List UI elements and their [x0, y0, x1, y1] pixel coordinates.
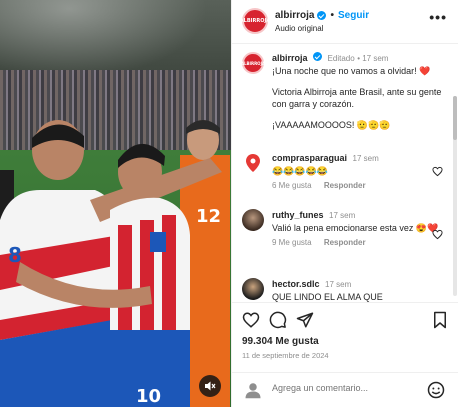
comment-meta: 6 Me gusta Responder [272, 180, 442, 192]
comment-username[interactable]: ruthy_funes [272, 210, 324, 220]
verified-icon [313, 52, 323, 61]
comment-body: ruthy_funes 17 sem Valió la pena emocion… [272, 209, 442, 249]
caption-avatar[interactable]: ALBIRROJA [241, 52, 265, 74]
post-media[interactable]: 12 8 10 [0, 0, 231, 407]
comment-text: 😂😂😂😂😂 [272, 166, 329, 176]
separator-dot: • [330, 10, 334, 21]
like-comment-icon[interactable] [432, 166, 443, 177]
post-info-panel: ALBIRROJA albirroja • Seguir Audio origi… [231, 0, 458, 407]
reply-button[interactable]: Responder [324, 181, 366, 190]
follow-button[interactable]: Seguir [338, 10, 369, 21]
post-actions: 99.304 Me gusta 11 de septiembre de 2024 [232, 302, 458, 372]
speaker-muted-icon [205, 381, 216, 391]
location-pin-icon [246, 154, 260, 172]
comment-likes[interactable]: 9 Me gusta [272, 238, 312, 247]
caption-username[interactable]: albirroja [272, 53, 308, 63]
caption-line-2: Victoria Albirroja ante Brasil, ante su … [272, 87, 442, 109]
comment-time: 17 sem [329, 211, 356, 220]
comment-text: Valió la pena emocionarse esta vez 😍❤️ [272, 223, 439, 233]
bookmark-icon[interactable] [431, 311, 449, 329]
comment-text: QUE LINDO EL ALMA QUE [272, 292, 383, 302]
verified-icon [317, 11, 327, 20]
comment-likes[interactable]: 6 Me gusta [272, 181, 312, 190]
svg-text:10: 10 [136, 386, 161, 407]
comments-scrollbar-thumb[interactable] [453, 96, 457, 140]
post-header: ALBIRROJA albirroja • Seguir Audio origi… [232, 0, 458, 44]
reply-button[interactable]: Responder [324, 238, 366, 247]
comments-section[interactable]: ALBIRROJA albirroja Editado • 17 sem ¡Un… [232, 44, 458, 302]
comment-time: 17 sem [325, 280, 352, 289]
players-illustration: 12 8 10 [0, 120, 230, 407]
caption-time: 17 sem [362, 54, 389, 63]
emoji-icon[interactable] [427, 381, 445, 399]
comment-avatar[interactable] [242, 152, 264, 174]
comment-username[interactable]: comprasparaguai [272, 153, 347, 163]
comment-avatar[interactable] [242, 278, 264, 300]
caption-edited: Editado [327, 54, 355, 63]
mute-button[interactable] [199, 375, 221, 397]
post-date: 11 de septiembre de 2024 [242, 351, 329, 360]
author-line: albirroja • Seguir [275, 10, 369, 21]
comment-body: hector.sdlc 17 sem QUE LINDO EL ALMA QUE [272, 278, 442, 302]
share-icon[interactable] [296, 311, 314, 329]
comment-avatar[interactable] [242, 209, 264, 231]
comment-body: comprasparaguai 17 sem 😂😂😂😂😂 6 Me gusta … [272, 152, 442, 192]
author-avatar[interactable]: ALBIRROJA [240, 8, 270, 34]
comment-username[interactable]: hector.sdlc [272, 279, 320, 289]
caption-line-3: ¡VAAAAAMOOOOS! 🫡🫡🫡 [272, 120, 391, 130]
comment-icon[interactable] [269, 311, 287, 329]
likes-count[interactable]: 99.304 Me gusta [242, 336, 319, 347]
heart-icon[interactable] [242, 311, 260, 329]
add-comment-bar [232, 372, 458, 407]
comment-time: 17 sem [352, 154, 379, 163]
caption-line-1: ¡Una noche que no vamos a olvidar! ❤️ [272, 66, 431, 76]
comment-meta: 9 Me gusta Responder [272, 237, 442, 249]
user-avatar-icon [245, 383, 261, 399]
audio-link[interactable]: Audio original [275, 24, 323, 33]
author-username[interactable]: albirroja [275, 10, 314, 21]
comment-input[interactable] [272, 383, 412, 393]
more-options-button[interactable]: ••• [429, 10, 447, 24]
like-comment-icon[interactable] [432, 229, 443, 240]
svg-text:12: 12 [196, 206, 221, 227]
caption-body: albirroja Editado • 17 sem ¡Una noche qu… [272, 52, 442, 131]
